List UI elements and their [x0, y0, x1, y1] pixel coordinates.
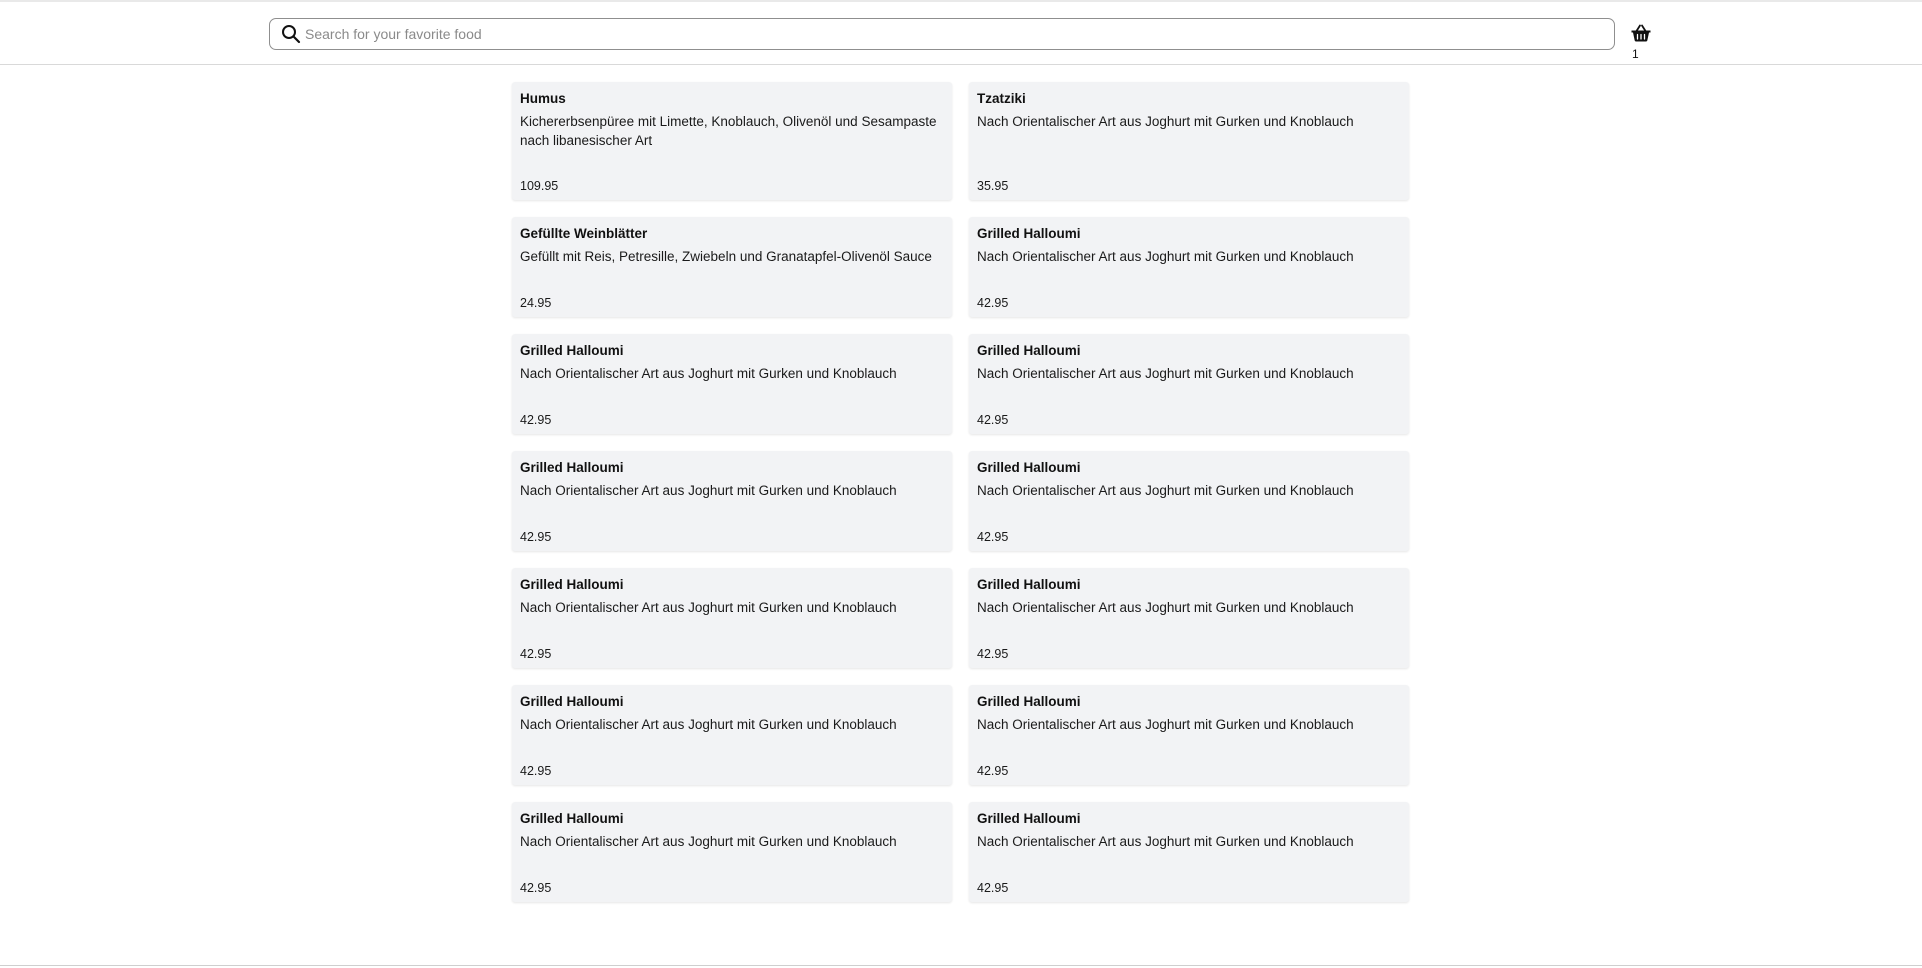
menu-item-card[interactable]: Grilled Halloumi Nach Orientalischer Art… [512, 685, 952, 785]
menu-item-price: 109.95 [520, 179, 559, 193]
menu-item-name: Grilled Halloumi [977, 460, 1081, 475]
menu-grid: Humus Kichererbsenpüree mit Limette, Kno… [512, 82, 1410, 902]
menu-item-price: 42.95 [977, 647, 1009, 661]
menu-item-name: Gefüllte Weinblätter [520, 226, 648, 241]
cart-button[interactable]: 1 [1628, 22, 1654, 62]
menu-item-price: 42.95 [520, 881, 552, 895]
menu-item-description: Nach Orientalischer Art aus Joghurt mit … [520, 366, 897, 381]
menu-item-name: Grilled Halloumi [977, 226, 1081, 241]
menu-item-card[interactable]: Humus Kichererbsenpüree mit Limette, Kno… [512, 82, 952, 200]
menu-item-card[interactable]: Grilled Halloumi Nach Orientalischer Art… [512, 802, 952, 902]
menu-item-description: Nach Orientalischer Art aus Joghurt mit … [977, 834, 1354, 849]
menu-item-description: Kichererbsenpüree mit Limette, Knoblauch… [520, 114, 937, 148]
menu-item-name: Grilled Halloumi [977, 343, 1081, 358]
menu-item-name: Grilled Halloumi [520, 577, 624, 592]
cart-count-badge: 1 [1632, 47, 1639, 61]
menu-item-card[interactable]: Grilled Halloumi Nach Orientalischer Art… [512, 451, 952, 551]
menu-item-card[interactable]: Grilled Halloumi Nach Orientalischer Art… [969, 217, 1409, 317]
menu-item-price: 42.95 [977, 530, 1009, 544]
menu-item-card[interactable]: Grilled Halloumi Nach Orientalischer Art… [969, 802, 1409, 902]
menu-item-name: Humus [520, 91, 566, 106]
menu-item-card[interactable]: Grilled Halloumi Nach Orientalischer Art… [512, 334, 952, 434]
menu-item-description: Nach Orientalischer Art aus Joghurt mit … [520, 834, 897, 849]
menu-item-card[interactable]: Grilled Halloumi Nach Orientalischer Art… [969, 451, 1409, 551]
search-bar[interactable] [269, 18, 1615, 50]
menu-item-price: 42.95 [520, 647, 552, 661]
menu-item-price: 42.95 [977, 881, 1009, 895]
menu-item-card[interactable]: Gefüllte Weinblätter Gefüllt mit Reis, P… [512, 217, 952, 317]
menu-item-name: Grilled Halloumi [520, 694, 624, 709]
menu-item-price: 42.95 [520, 764, 552, 778]
menu-item-name: Grilled Halloumi [977, 811, 1081, 826]
menu-item-description: Nach Orientalischer Art aus Joghurt mit … [520, 717, 897, 732]
menu-item-description: Gefüllt mit Reis, Petresille, Zwiebeln u… [520, 249, 932, 264]
menu-item-description: Nach Orientalischer Art aus Joghurt mit … [977, 600, 1354, 615]
menu-item-card[interactable]: Grilled Halloumi Nach Orientalischer Art… [969, 685, 1409, 785]
menu-item-description: Nach Orientalischer Art aus Joghurt mit … [520, 600, 897, 615]
menu-item-name: Tzatziki [977, 91, 1026, 106]
menu-item-price: 24.95 [520, 296, 552, 310]
menu-item-price: 42.95 [520, 413, 552, 427]
menu-item-description: Nach Orientalischer Art aus Joghurt mit … [977, 717, 1354, 732]
header-bar: 1 [0, 2, 1922, 65]
menu-item-name: Grilled Halloumi [520, 460, 624, 475]
menu-item-description: Nach Orientalischer Art aus Joghurt mit … [977, 483, 1354, 498]
menu-item-card[interactable]: Grilled Halloumi Nach Orientalischer Art… [969, 334, 1409, 434]
menu-item-price: 42.95 [977, 296, 1009, 310]
menu-item-price: 42.95 [977, 764, 1009, 778]
menu-item-name: Grilled Halloumi [977, 577, 1081, 592]
search-input[interactable] [302, 20, 1614, 48]
bottom-divider [0, 965, 1922, 966]
menu-item-name: Grilled Halloumi [520, 343, 624, 358]
menu-item-price: 35.95 [977, 179, 1009, 193]
menu-item-price: 42.95 [977, 413, 1009, 427]
menu-item-description: Nach Orientalischer Art aus Joghurt mit … [977, 249, 1354, 264]
shopping-basket-icon [1630, 22, 1652, 44]
menu-item-description: Nach Orientalischer Art aus Joghurt mit … [977, 114, 1354, 129]
menu-item-card[interactable]: Grilled Halloumi Nach Orientalischer Art… [969, 568, 1409, 668]
search-icon [280, 23, 302, 45]
menu-item-name: Grilled Halloumi [520, 811, 624, 826]
menu-item-card[interactable]: Grilled Halloumi Nach Orientalischer Art… [512, 568, 952, 668]
menu-item-card[interactable]: Tzatziki Nach Orientalischer Art aus Jog… [969, 82, 1409, 200]
menu-item-description: Nach Orientalischer Art aus Joghurt mit … [520, 483, 897, 498]
menu-item-name: Grilled Halloumi [977, 694, 1081, 709]
menu-item-description: Nach Orientalischer Art aus Joghurt mit … [977, 366, 1354, 381]
menu-item-price: 42.95 [520, 530, 552, 544]
